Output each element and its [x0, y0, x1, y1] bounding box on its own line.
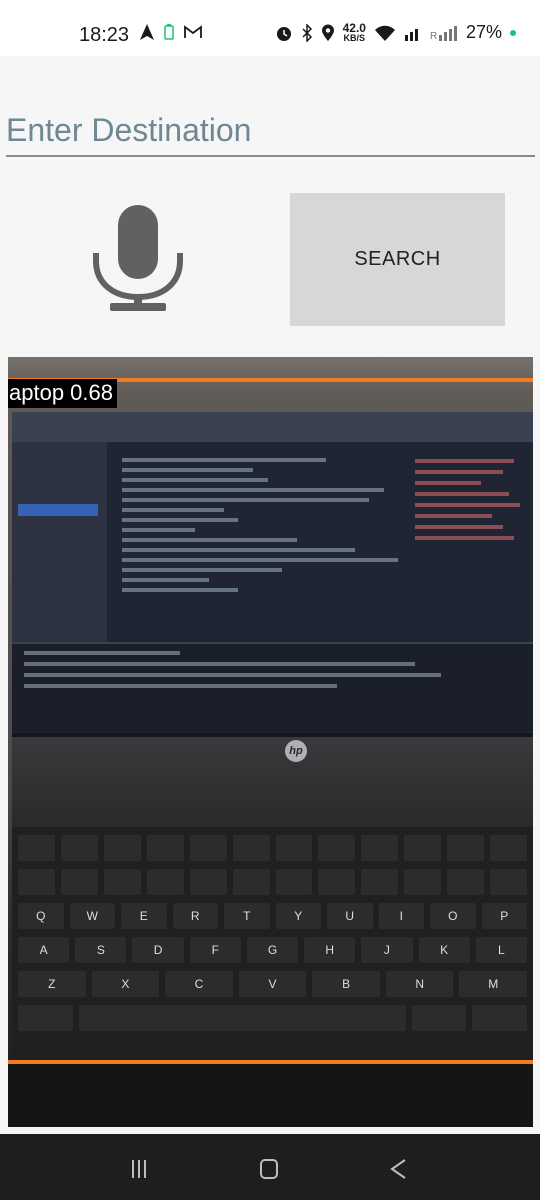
wifi-icon [374, 25, 395, 41]
network-speed-value: 42.0 [342, 20, 366, 35]
network-speed: 42.0 KB/S [342, 20, 366, 43]
battery-level: 27% [465, 22, 502, 42]
status-notification-icons [140, 24, 202, 40]
location-icon [321, 24, 334, 41]
alarm-icon [276, 26, 291, 41]
signal-2-icon: R [430, 25, 457, 41]
status-time: 18:23 [79, 24, 130, 46]
search-button[interactable]: SEARCH [290, 193, 505, 326]
detection-bounding-box [8, 378, 533, 1064]
battery-indicator-dot [510, 29, 516, 36]
recents-icon [132, 1160, 146, 1178]
home-button[interactable] [254, 1154, 284, 1184]
back-icon [390, 1159, 406, 1179]
camera-preview: hp Q W E R T Y U I O P A S D F G H J K L… [8, 357, 533, 1127]
recents-button[interactable] [124, 1154, 154, 1184]
camera-desk [8, 1062, 533, 1127]
bluetooth-icon [302, 23, 312, 42]
back-button[interactable] [384, 1154, 414, 1184]
status-bar: 18:23 42.0 KB/S R 27% [0, 0, 540, 56]
svg-text:R: R [430, 31, 437, 41]
navigation-arrow-icon [140, 24, 154, 40]
signal-1-icon [404, 28, 418, 41]
gmail-icon [184, 25, 202, 38]
app-screen: 18:23 42.0KB/S R 27% SEARCH [0, 0, 540, 1200]
navigation-bar [0, 1134, 540, 1200]
home-icon [260, 1159, 278, 1179]
destination-input[interactable] [6, 112, 535, 157]
battery-saver-icon [164, 24, 174, 40]
detection-label: aptop 0.68 [8, 379, 117, 408]
status-system-icons: 42.0 KB/S R 27% [275, 22, 516, 43]
network-speed-unit: KB/S [343, 32, 366, 43]
microphone-icon [93, 205, 183, 311]
voice-input-button[interactable] [88, 205, 194, 311]
